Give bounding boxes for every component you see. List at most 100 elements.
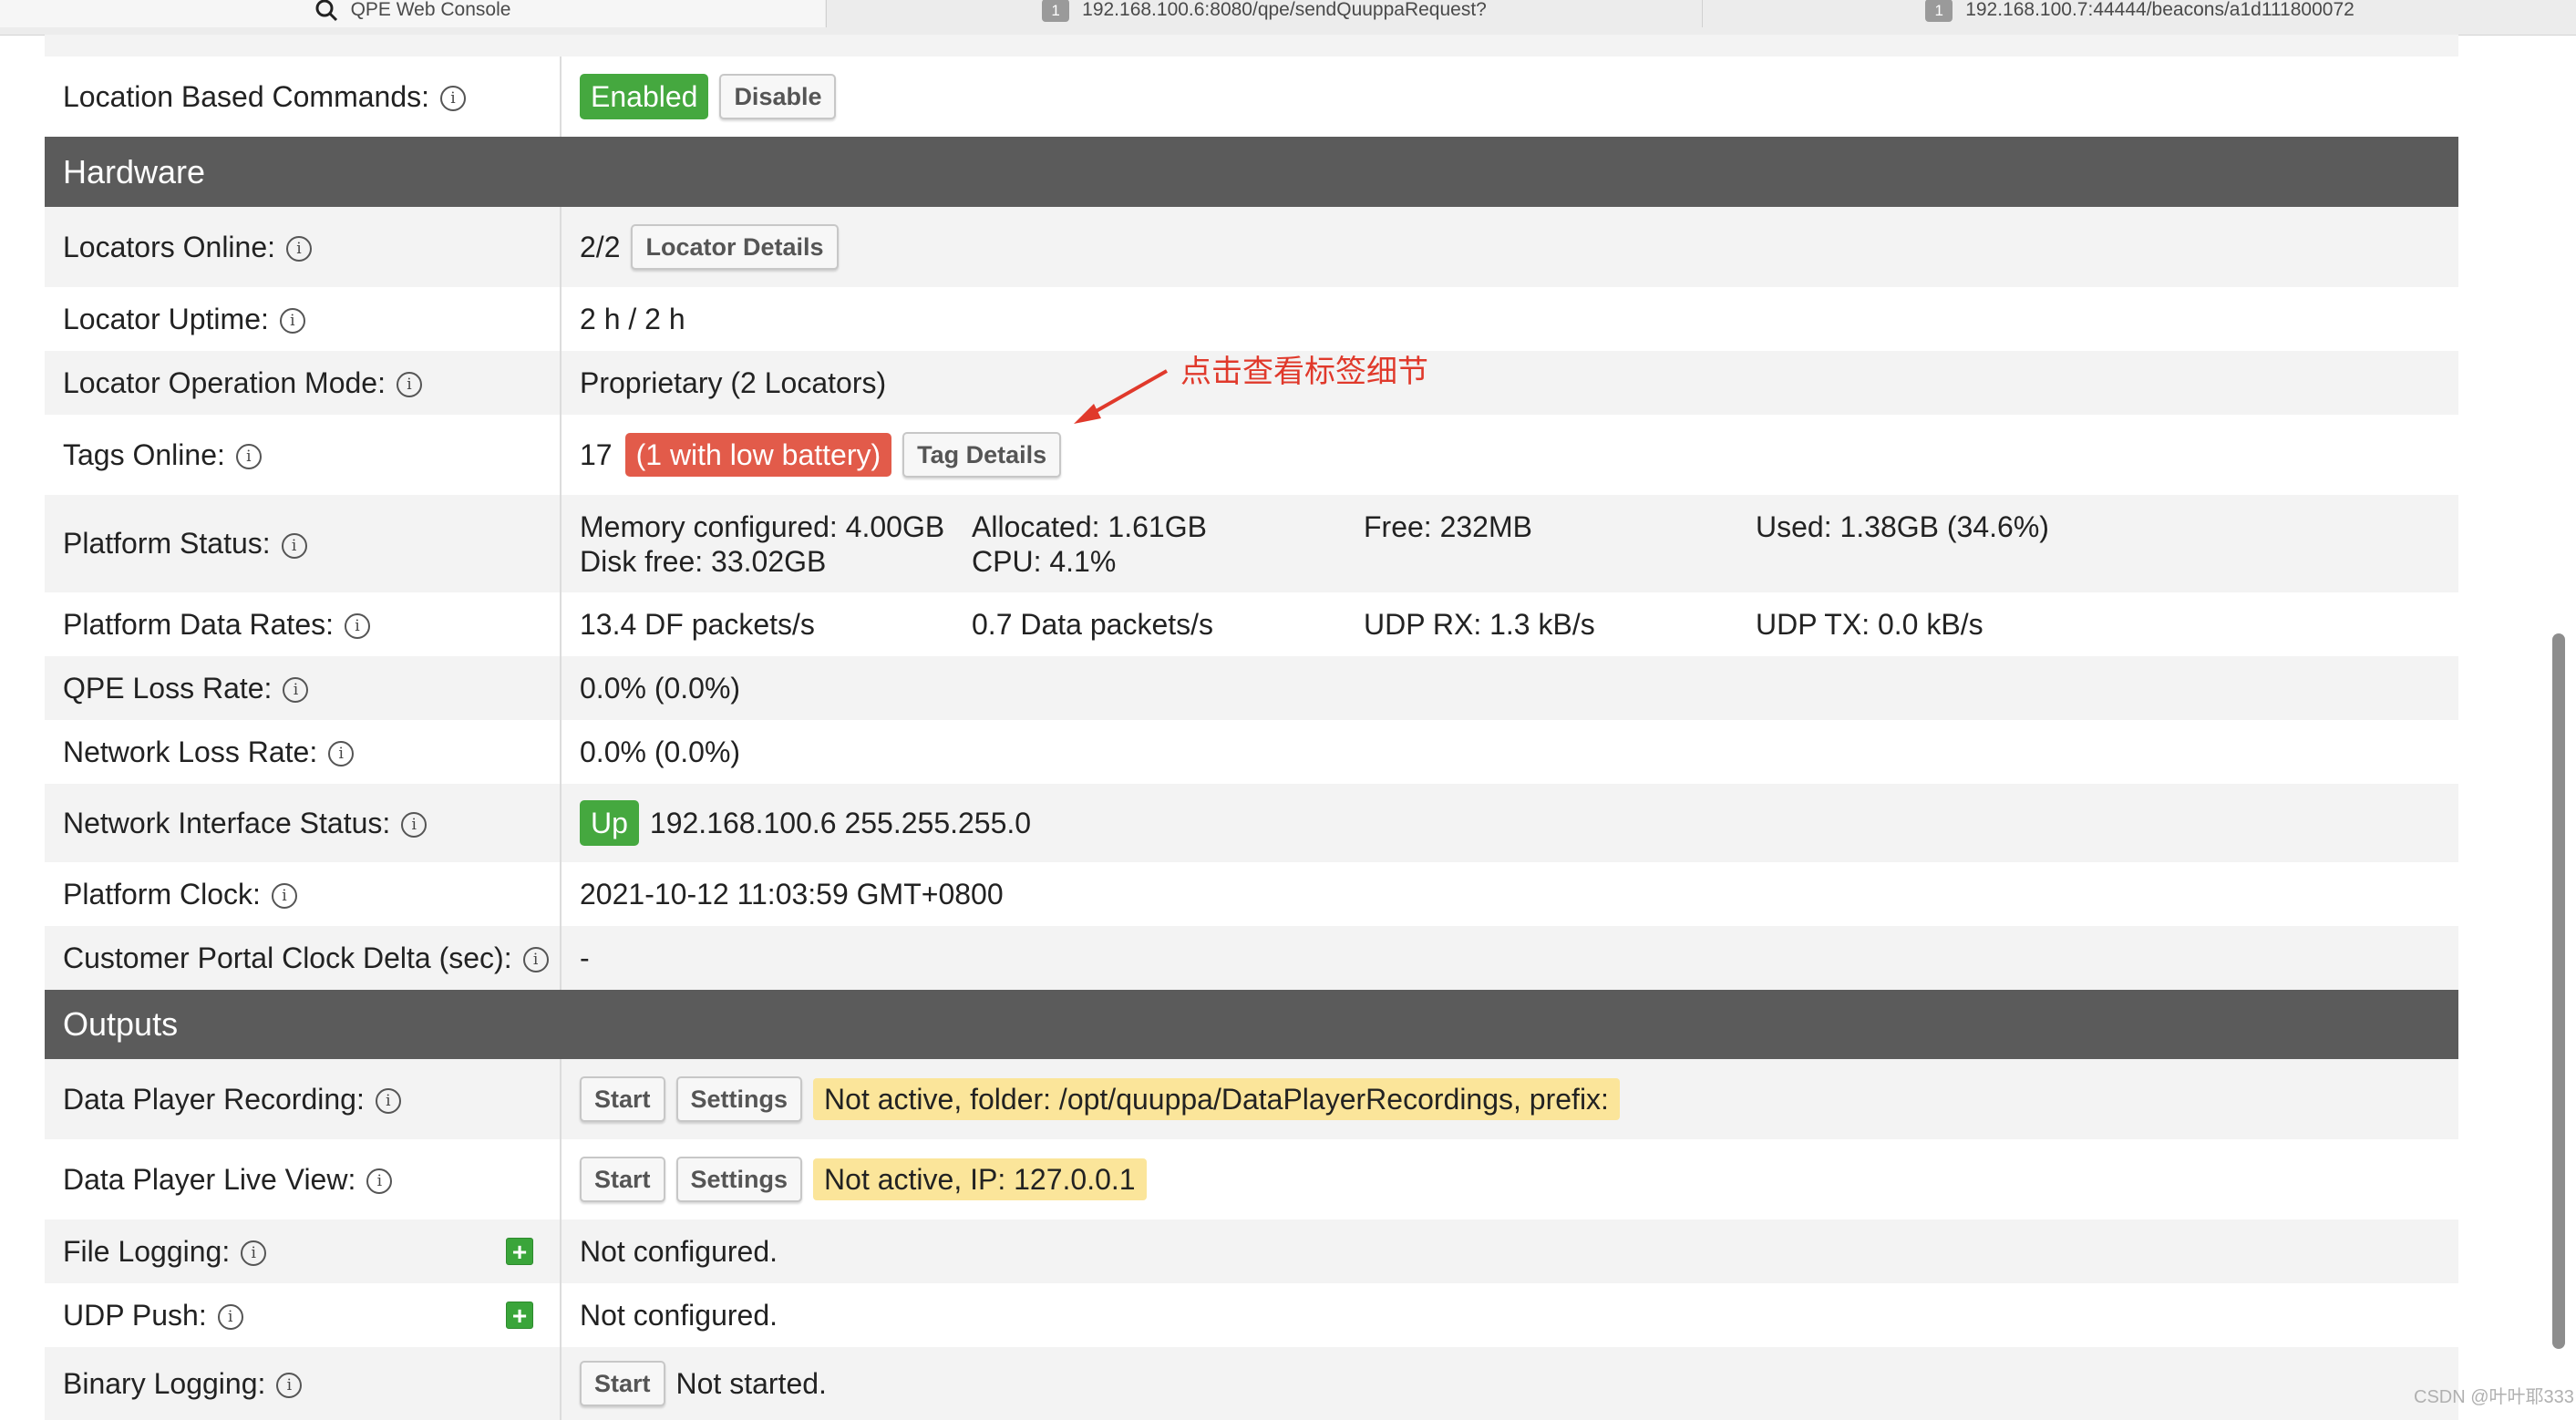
section-header-outputs: Outputs bbox=[45, 990, 2458, 1059]
info-icon[interactable]: i bbox=[279, 308, 305, 334]
row-label: Platform Status: i bbox=[45, 495, 562, 592]
info-icon[interactable]: i bbox=[271, 883, 297, 909]
info-icon[interactable]: i bbox=[283, 677, 309, 703]
row-value: 17 (1 with low battery) Tag Details bbox=[562, 415, 2458, 495]
row-label: Location Based Commands: i bbox=[45, 57, 562, 137]
low-battery-badge: (1 with low battery) bbox=[624, 433, 892, 477]
row-network-interface-status: Network Interface Status: i Up 192.168.1… bbox=[45, 784, 2458, 862]
memory-free: Free: 232MB bbox=[1364, 509, 1532, 543]
row-value: 0.0% (0.0%) bbox=[580, 671, 741, 705]
row-label: Network Interface Status: i bbox=[45, 784, 562, 862]
row-label: Platform Data Rates: i bbox=[45, 592, 562, 656]
info-icon[interactable]: i bbox=[235, 444, 262, 469]
row-locator-uptime: Locator Uptime: i 2 h / 2 h bbox=[45, 287, 2458, 351]
disk-free: Disk free: 33.02GB bbox=[580, 544, 827, 578]
row-tags-online: Tags Online: i 17 (1 with low battery) T… bbox=[45, 415, 2458, 495]
info-icon[interactable]: i bbox=[401, 812, 428, 838]
row-label: Customer Portal Clock Delta (sec): i bbox=[45, 926, 562, 990]
row-value: - bbox=[580, 941, 590, 974]
watermark: CSDN @叶叶耶333 bbox=[2414, 1387, 2574, 1407]
row-platform-data-rates: Platform Data Rates: i 13.4 DF packets/s… bbox=[45, 592, 2458, 656]
interface-up-badge: Up bbox=[580, 800, 639, 846]
locator-details-button[interactable]: Locator Details bbox=[631, 224, 839, 270]
binary-logging-status: Not started. bbox=[675, 1366, 827, 1400]
disable-button[interactable]: Disable bbox=[719, 74, 837, 119]
row-value: Up 192.168.100.6 255.255.255.0 bbox=[562, 784, 2458, 862]
row-data-player-live-view: Data Player Live View: i Start Settings … bbox=[45, 1139, 2458, 1219]
info-icon[interactable]: i bbox=[281, 532, 307, 559]
row-label: Locator Uptime: i bbox=[45, 287, 562, 351]
interface-address: 192.168.100.6 255.255.255.0 bbox=[649, 806, 1032, 839]
memory-allocated: Allocated: 1.61GB bbox=[972, 509, 1207, 543]
row-label: Data Player Live View: i bbox=[45, 1139, 562, 1219]
info-icon[interactable]: i bbox=[375, 1088, 401, 1114]
row-qpe-loss-rate: QPE Loss Rate: i 0.0% (0.0%) bbox=[45, 656, 2458, 720]
row-value: 2021-10-12 11:03:59 GMT+0800 bbox=[580, 877, 1004, 911]
row-label: Tags Online: i bbox=[45, 415, 562, 495]
row-value: Not configured. bbox=[580, 1298, 778, 1332]
enabled-badge: Enabled bbox=[580, 74, 709, 119]
info-icon[interactable]: i bbox=[241, 1240, 267, 1266]
row-label: Binary Logging: i bbox=[45, 1347, 562, 1420]
row-value: Start Settings Not active, IP: 127.0.0.1 bbox=[562, 1139, 2458, 1219]
recording-settings-button[interactable]: Settings bbox=[675, 1076, 803, 1122]
row-value: Start Settings Not active, folder: /opt/… bbox=[562, 1059, 2458, 1139]
info-icon[interactable]: i bbox=[328, 741, 355, 767]
annotation-note: 点击查看标签细节 bbox=[1180, 354, 1428, 390]
info-icon[interactable]: i bbox=[286, 236, 313, 262]
binary-logging-start-button[interactable]: Start bbox=[580, 1361, 665, 1406]
row-value: 2/2 Locator Details bbox=[562, 207, 2458, 287]
row-location-based-commands: Location Based Commands: i Enabled Disab… bbox=[45, 57, 2458, 137]
row-file-logging: File Logging: i + Not configured. bbox=[45, 1219, 2458, 1283]
row-label: Locator Operation Mode: i bbox=[45, 351, 562, 415]
info-icon[interactable]: i bbox=[396, 372, 422, 397]
add-udp-push-icon[interactable]: + bbox=[506, 1302, 533, 1330]
info-icon[interactable]: i bbox=[345, 613, 370, 639]
data-packets-rate: 0.7 Data packets/s bbox=[972, 608, 1214, 641]
udp-rx-rate: UDP RX: 1.3 kB/s bbox=[1364, 608, 1595, 641]
live-view-status: Not active, IP: 127.0.0.1 bbox=[813, 1158, 1147, 1200]
memory-configured: Memory configured: 4.00GB bbox=[580, 509, 945, 543]
info-icon[interactable]: i bbox=[440, 86, 466, 111]
row-platform-clock: Platform Clock: i 2021-10-12 11:03:59 GM… bbox=[45, 862, 2458, 926]
row-label: Network Loss Rate: i bbox=[45, 720, 562, 784]
platform-status-grid: Memory configured: 4.00GB Allocated: 1.6… bbox=[580, 509, 2148, 579]
info-icon[interactable]: i bbox=[276, 1373, 303, 1398]
status-table: Location Based Commands: i Enabled Disab… bbox=[45, 0, 2458, 1420]
info-icon[interactable]: i bbox=[366, 1168, 393, 1194]
row-label: QPE Loss Rate: i bbox=[45, 656, 562, 720]
recording-status: Not active, folder: /opt/quuppa/DataPlay… bbox=[813, 1078, 1620, 1120]
row-value: 13.4 DF packets/s 0.7 Data packets/s UDP… bbox=[562, 592, 2458, 656]
add-file-logging-icon[interactable]: + bbox=[506, 1238, 533, 1266]
row-label: UDP Push: i + bbox=[45, 1283, 562, 1347]
row-locators-online: Locators Online: i 2/2 Locator Details bbox=[45, 207, 2458, 287]
info-icon[interactable]: i bbox=[522, 947, 549, 972]
row-label: Platform Clock: i bbox=[45, 862, 562, 926]
memory-used: Used: 1.38GB (34.6%) bbox=[1756, 509, 2049, 543]
row-value: Not configured. bbox=[580, 1234, 778, 1268]
row-label: Locators Online: i bbox=[45, 207, 562, 287]
cpu-usage: CPU: 4.1% bbox=[972, 544, 1117, 578]
recording-start-button[interactable]: Start bbox=[580, 1076, 665, 1122]
row-project-version bbox=[45, 35, 2458, 57]
info-icon[interactable]: i bbox=[217, 1304, 243, 1330]
row-platform-status: Platform Status: i Memory configured: 4.… bbox=[45, 495, 2458, 592]
live-view-start-button[interactable]: Start bbox=[580, 1157, 665, 1202]
row-value: 2 h / 2 h bbox=[580, 302, 685, 335]
scrollbar-thumb[interactable] bbox=[2552, 633, 2565, 1349]
live-view-settings-button[interactable]: Settings bbox=[675, 1157, 803, 1202]
udp-tx-rate: UDP TX: 0.0 kB/s bbox=[1756, 608, 1984, 641]
annotation-arrow-icon bbox=[1074, 369, 1168, 424]
row-udp-push: UDP Push: i + Not configured. bbox=[45, 1283, 2458, 1347]
tag-details-button[interactable]: Tag Details bbox=[902, 432, 1062, 478]
row-value: 0.0% (0.0%) bbox=[580, 735, 741, 768]
df-packets-rate: 13.4 DF packets/s bbox=[580, 608, 815, 641]
row-label: File Logging: i + bbox=[45, 1219, 562, 1283]
row-network-loss-rate: Network Loss Rate: i 0.0% (0.0%) bbox=[45, 720, 2458, 784]
row-portal-clock-delta: Customer Portal Clock Delta (sec): i - bbox=[45, 926, 2458, 990]
row-binary-logging: Binary Logging: i Start Not started. bbox=[45, 1347, 2458, 1420]
row-value: Enabled Disable bbox=[562, 57, 2458, 137]
section-header-hardware: Hardware bbox=[45, 137, 2458, 207]
row-value: Proprietary (2 Locators) bbox=[580, 365, 887, 399]
row-value: Memory configured: 4.00GB Allocated: 1.6… bbox=[562, 495, 2458, 592]
